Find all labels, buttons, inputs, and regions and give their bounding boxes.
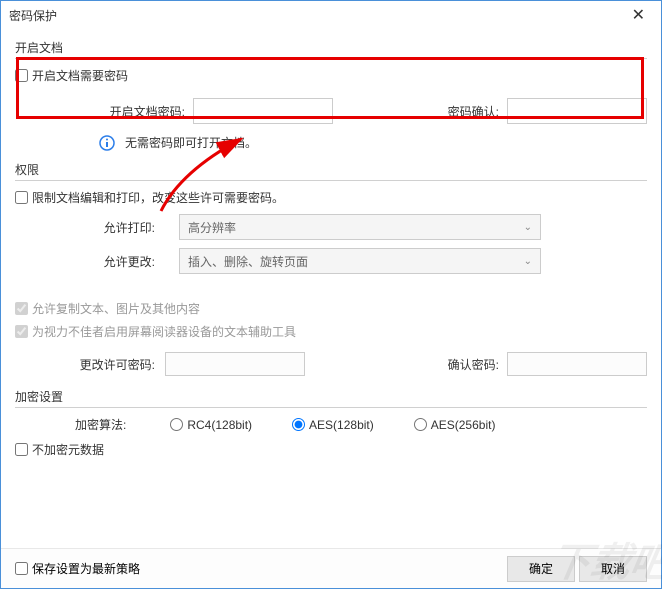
- divider: [15, 180, 647, 181]
- password-protection-dialog: 密码保护 ✕ 开启文档 开启文档需要密码 开启文档密码: 密码确认: 无需密码即…: [0, 0, 662, 589]
- open-password-label: 开启文档密码:: [15, 103, 185, 120]
- save-as-latest-policy-label: 保存设置为最新策略: [32, 560, 140, 577]
- allow-copy-checkbox: [15, 302, 28, 315]
- allow-print-label: 允许打印:: [59, 219, 179, 236]
- titlebar: 密码保护 ✕: [1, 1, 661, 29]
- allow-print-select[interactable]: 高分辨率 ⌄: [179, 214, 541, 240]
- open-require-password-checkbox[interactable]: [15, 69, 28, 82]
- ok-button[interactable]: 确定: [507, 556, 575, 582]
- restrict-edit-print-checkbox[interactable]: [15, 191, 28, 204]
- dialog-title: 密码保护: [9, 7, 57, 24]
- section-encrypt-title: 加密设置: [15, 388, 647, 405]
- algo-aes128-radio[interactable]: AES(128bit): [292, 418, 374, 432]
- algo-rc4-radio[interactable]: RC4(128bit): [170, 418, 252, 432]
- info-icon: [99, 135, 115, 151]
- allow-screenreader-checkbox: [15, 325, 28, 338]
- cancel-button[interactable]: 取消: [579, 556, 647, 582]
- allow-print-value: 高分辨率: [188, 219, 236, 236]
- open-password-input[interactable]: [193, 98, 333, 124]
- divider: [15, 407, 647, 408]
- no-encrypt-metadata-checkbox[interactable]: [15, 443, 28, 456]
- allow-change-label: 允许更改:: [59, 253, 179, 270]
- allow-copy-label: 允许复制文本、图片及其他内容: [32, 300, 200, 317]
- open-password-confirm-input[interactable]: [507, 98, 647, 124]
- save-as-latest-policy-checkbox[interactable]: [15, 562, 28, 575]
- change-permission-password-label: 更改许可密码:: [15, 356, 165, 373]
- section-open-title: 开启文档: [15, 39, 647, 56]
- open-password-confirm-label: 密码确认:: [349, 103, 499, 120]
- section-permission-title: 权限: [15, 161, 647, 178]
- encrypt-algo-label: 加密算法:: [75, 416, 126, 433]
- allow-change-select[interactable]: 插入、删除、旋转页面 ⌄: [179, 248, 541, 274]
- allow-screenreader-label: 为视力不佳者启用屏幕阅读器设备的文本辅助工具: [32, 323, 296, 340]
- dialog-footer: 保存设置为最新策略 确定 取消: [1, 548, 661, 588]
- open-info-text: 无需密码即可打开文档。: [125, 134, 257, 151]
- open-require-password-label: 开启文档需要密码: [32, 67, 128, 84]
- allow-change-value: 插入、删除、旋转页面: [188, 253, 308, 270]
- no-encrypt-metadata-label: 不加密元数据: [32, 441, 104, 458]
- divider: [15, 58, 647, 59]
- confirm-permission-password-label: 确认密码:: [427, 356, 507, 373]
- close-icon[interactable]: ✕: [624, 3, 653, 27]
- restrict-edit-print-label: 限制文档编辑和打印，改变这些许可需要密码。: [32, 189, 284, 206]
- chevron-down-icon: ⌄: [524, 256, 532, 267]
- change-permission-password-input[interactable]: [165, 352, 305, 376]
- confirm-permission-password-input[interactable]: [507, 352, 647, 376]
- algo-aes256-radio[interactable]: AES(256bit): [414, 418, 496, 432]
- chevron-down-icon: ⌄: [524, 222, 532, 233]
